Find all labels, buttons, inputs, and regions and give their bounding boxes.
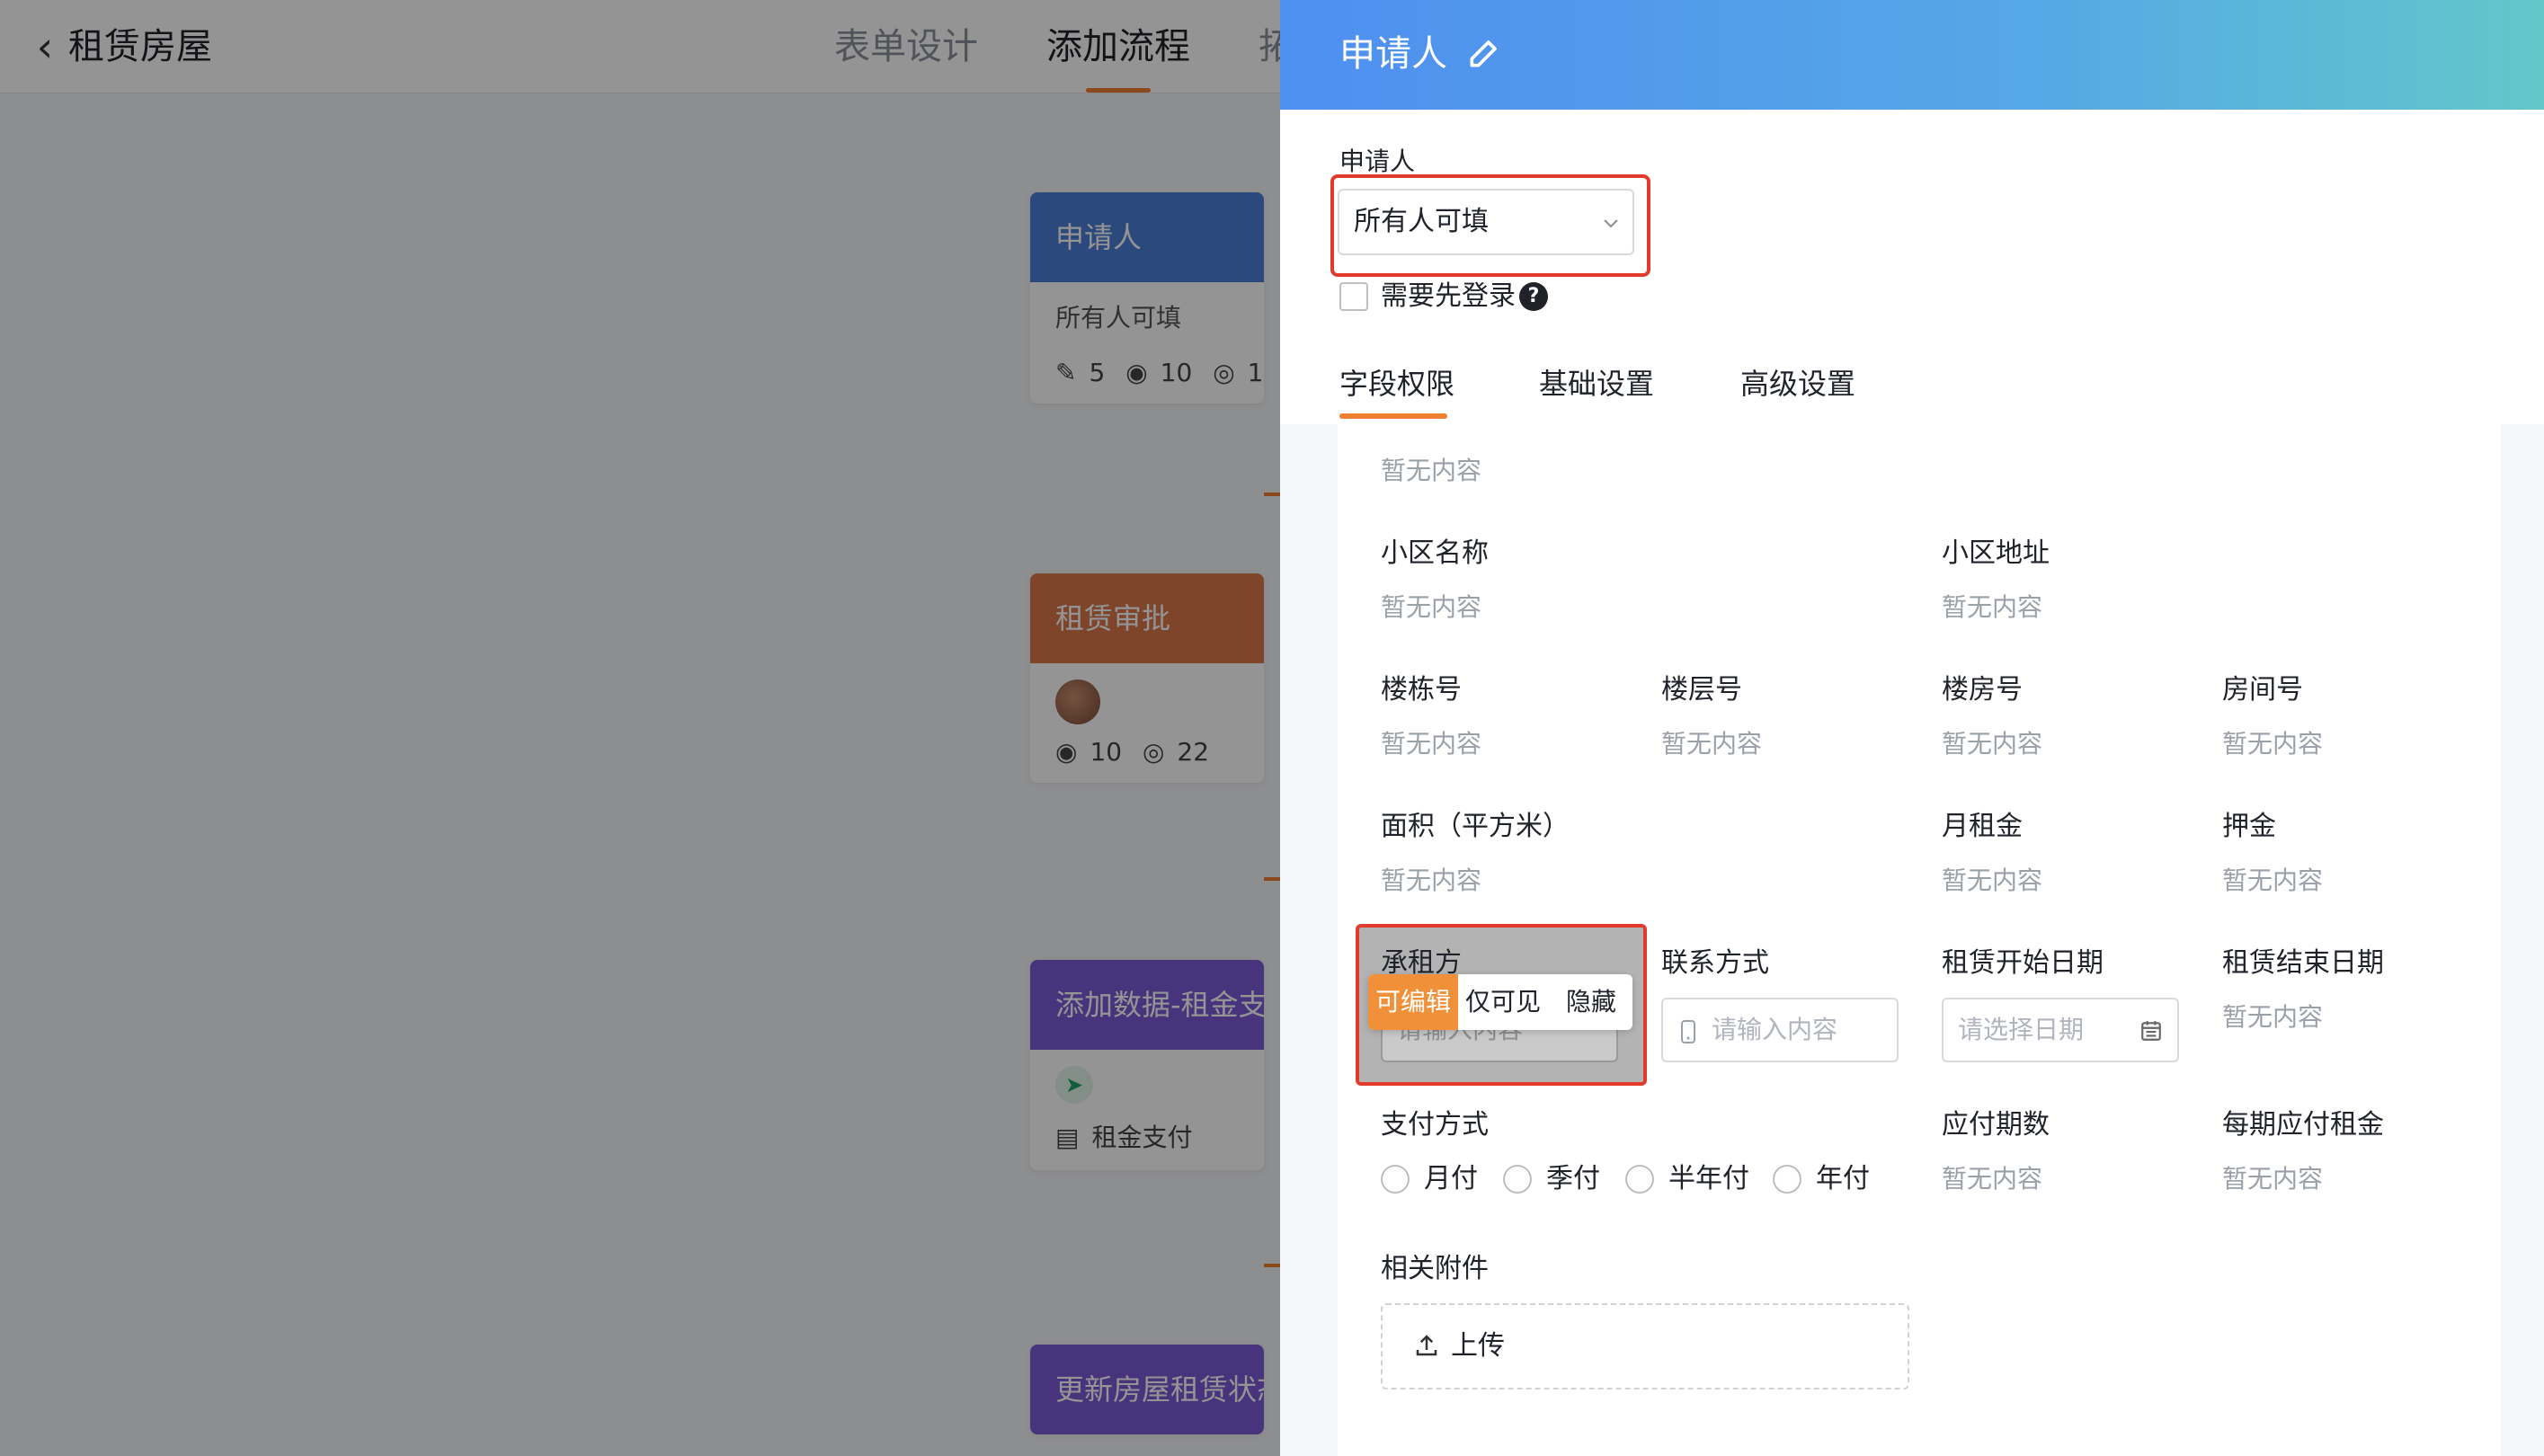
field-label-contact[interactable]: 联系方式	[1661, 946, 1769, 981]
radio-label[interactable]: 月付	[1424, 1161, 1478, 1197]
field-value: 暂无内容	[1381, 866, 1482, 895]
field-label-room-no[interactable]: 房间号	[2222, 672, 2303, 708]
field-label-house-no[interactable]: 楼房号	[1942, 672, 2023, 708]
chevron-down-icon	[1604, 219, 1618, 228]
field-value: 暂无内容	[2222, 1002, 2324, 1032]
field-label-deposit[interactable]: 押金	[2222, 809, 2276, 845]
field-label-monthly-rent[interactable]: 月租金	[1942, 809, 2023, 845]
calendar-icon	[2141, 1021, 2161, 1041]
field-value: 暂无内容	[2222, 866, 2324, 895]
field-label-periods[interactable]: 应付期数	[1942, 1107, 2050, 1143]
field-value: 暂无内容	[1942, 866, 2043, 895]
field-value: 暂无内容	[1661, 729, 1763, 759]
permission-editable-button[interactable]: 可编辑	[1368, 974, 1458, 1030]
field-value: 暂无内容	[1381, 729, 1482, 759]
radio-quarterly[interactable]	[1503, 1165, 1532, 1194]
field-label-community-name[interactable]: 小区名称	[1381, 536, 1489, 572]
require-login-checkbox[interactable]	[1339, 282, 1368, 311]
field-label-end-date[interactable]: 租赁结束日期	[2222, 946, 2384, 981]
upload-button[interactable]: 上传	[1381, 1303, 1909, 1389]
field-label-per-period-rent[interactable]: 每期应付租金	[2222, 1107, 2384, 1143]
permission-readonly-button[interactable]: 仅可见	[1458, 974, 1548, 1030]
radio-label[interactable]: 年付	[1816, 1161, 1870, 1197]
applicant-label: 申请人	[1339, 146, 1416, 176]
field-label-payment-method[interactable]: 支付方式	[1381, 1107, 1489, 1143]
input-placeholder: 请选择日期	[1958, 1015, 2085, 1044]
permission-popover: 可编辑 仅可见 隐藏	[1368, 974, 1632, 1030]
upload-icon	[1416, 1335, 1437, 1356]
start-date-picker[interactable]: 请选择日期	[1942, 998, 2179, 1062]
modal-overlay[interactable]	[0, 0, 1280, 1456]
applicant-select[interactable]: 所有人可填	[1338, 189, 1634, 255]
field-label-floor-no[interactable]: 楼层号	[1661, 672, 1742, 708]
field-label-area[interactable]: 面积（平方米）	[1381, 809, 1570, 845]
radio-monthly[interactable]	[1381, 1165, 1410, 1194]
drawer-title: 申请人	[1339, 33, 1447, 75]
field-value: 暂无内容	[2222, 729, 2324, 759]
field-value: 暂无内容	[1942, 1164, 2043, 1194]
edit-title-icon[interactable]	[1465, 32, 1505, 72]
help-icon[interactable]: ?	[1519, 282, 1548, 311]
input-placeholder: 请输入内容	[1712, 1015, 1838, 1044]
drawer-settings: 申请人 所有人可填 需要先登录 ? 字段权限 基础设置 高级设置	[1280, 110, 2544, 424]
upload-label: 上传	[1451, 1330, 1505, 1362]
tab-basic-settings[interactable]: 基础设置	[1539, 361, 1654, 406]
phone-icon	[1681, 1020, 1695, 1043]
tab-field-permissions[interactable]: 字段权限	[1339, 361, 1454, 406]
require-login-label[interactable]: 需要先登录	[1381, 279, 1516, 315]
radio-label[interactable]: 季付	[1546, 1161, 1600, 1197]
field-value: 暂无内容	[1381, 592, 1482, 622]
field-label-attachments[interactable]: 相关附件	[1381, 1251, 1489, 1287]
radio-yearly[interactable]	[1773, 1165, 1801, 1194]
field-value: 暂无内容	[1942, 592, 2043, 622]
field-value: 暂无内容	[1942, 729, 2043, 759]
permission-hidden-button[interactable]: 隐藏	[1553, 974, 1629, 1030]
field-value: 暂无内容	[1381, 456, 1482, 485]
select-value: 所有人可填	[1354, 206, 1489, 237]
field-label-start-date[interactable]: 租赁开始日期	[1942, 946, 2104, 981]
field-label-building-no[interactable]: 楼栋号	[1381, 672, 1462, 708]
radio-label[interactable]: 半年付	[1668, 1161, 1749, 1197]
active-tab-indicator	[1339, 413, 1447, 419]
tab-advanced-settings[interactable]: 高级设置	[1740, 361, 1855, 406]
drawer-header: 申请人	[1280, 0, 2544, 110]
field-value: 暂无内容	[2222, 1164, 2324, 1194]
field-label-community-address[interactable]: 小区地址	[1942, 536, 2050, 572]
radio-half-year[interactable]	[1625, 1165, 1654, 1194]
contact-input[interactable]: 请输入内容	[1661, 998, 1899, 1062]
